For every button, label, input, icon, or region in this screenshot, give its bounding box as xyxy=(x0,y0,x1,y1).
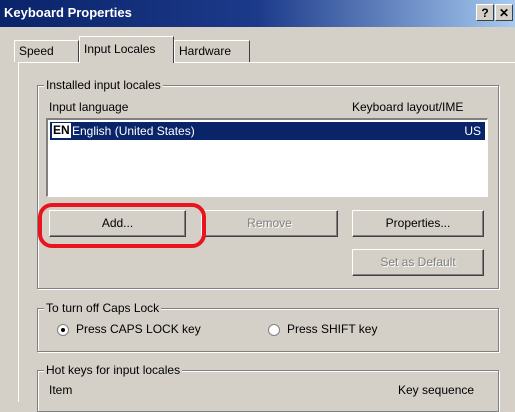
remove-button: Remove xyxy=(201,210,338,237)
locale-code-icon: EN xyxy=(52,123,71,138)
column-item: Item xyxy=(49,383,73,397)
tab-hardware-label: Hardware xyxy=(179,44,232,58)
tab-speed[interactable]: Speed xyxy=(14,40,79,62)
hot-keys-legend: Hot keys for input locales xyxy=(44,363,183,377)
tab-input-locales-label: Input Locales xyxy=(84,42,156,56)
column-key-sequence: Key sequence xyxy=(398,383,475,397)
properties-button[interactable]: Properties... xyxy=(352,210,484,237)
locale-name: English (United States) xyxy=(72,124,195,138)
list-item[interactable]: EN English (United States) US xyxy=(50,122,485,140)
tab-hardware[interactable]: Hardware xyxy=(174,40,250,62)
caps-lock-legend: To turn off Caps Lock xyxy=(44,301,162,315)
column-input-language: Input language xyxy=(49,100,129,114)
locale-layout: US xyxy=(464,124,481,138)
press-caps-lock-radio[interactable] xyxy=(57,324,69,336)
set-as-default-button: Set as Default xyxy=(352,249,484,276)
help-button[interactable]: ? xyxy=(476,4,494,21)
installed-locales-list[interactable]: EN English (United States) US xyxy=(46,118,488,197)
press-caps-lock-label: Press CAPS LOCK key xyxy=(76,322,201,336)
window-title: Keyboard Properties xyxy=(4,5,132,20)
installed-locales-legend: Installed input locales xyxy=(44,78,163,92)
press-shift-radio[interactable] xyxy=(268,324,280,336)
close-button[interactable]: ✕ xyxy=(495,4,513,21)
title-bar: Keyboard Properties ? ✕ xyxy=(0,0,515,27)
annotation-highlight xyxy=(38,203,206,248)
tab-input-locales[interactable]: Input Locales xyxy=(79,36,174,63)
press-shift-label: Press SHIFT key xyxy=(287,322,378,336)
tab-speed-label: Speed xyxy=(19,44,54,58)
column-keyboard-layout: Keyboard layout/IME xyxy=(352,100,464,114)
